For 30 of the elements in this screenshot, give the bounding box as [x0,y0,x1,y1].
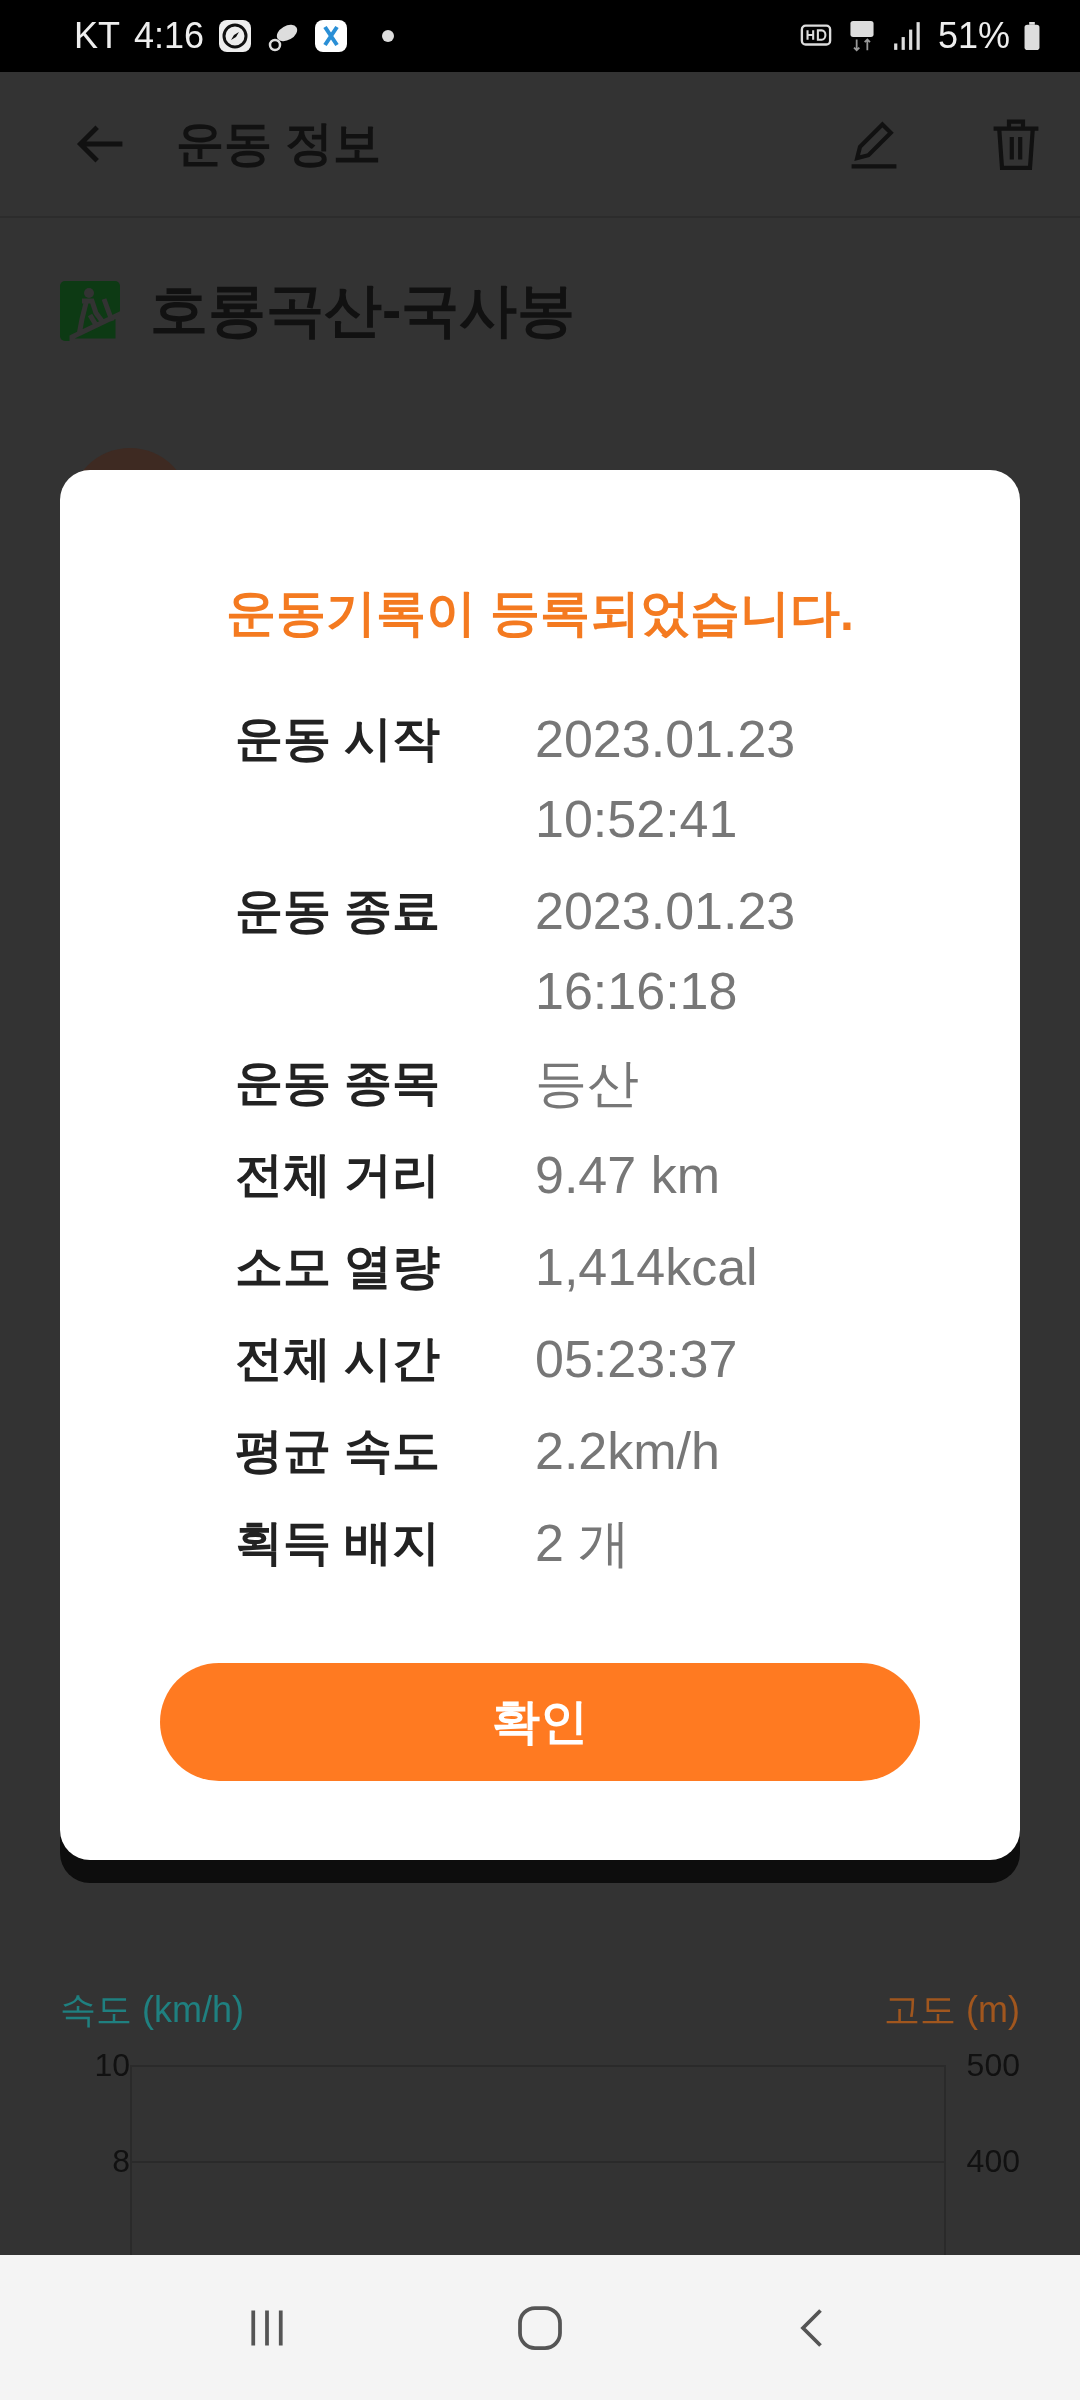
info-label: 운동 종목 [235,1055,442,1111]
battery-percentage: 51% [937,15,1010,57]
info-label: 전체 시간 [235,1331,442,1387]
x-app-icon [314,19,349,53]
carrier-label: KT [74,15,120,57]
info-value: 1,414kcal [535,1237,759,1298]
notification-dot-icon [382,30,395,42]
info-label: 전체 거리 [235,1147,442,1203]
info-label: 운동 종료 [235,883,442,939]
info-value: 05:23:37 [535,1329,739,1390]
info-value: 9.47 km [535,1145,721,1206]
info-value: 등산 [535,1053,640,1114]
clock: 4:16 [134,15,205,57]
info-value: 10:52:41 [535,789,739,850]
info-value: 16:16:18 [535,961,739,1022]
info-value: 2 개 [535,1513,632,1574]
info-label: 소모 열량 [235,1239,442,1295]
info-value: 2023.01.23 [535,881,797,942]
info-value: 2023.01.23 [535,709,797,770]
info-label: 획득 배지 [235,1515,442,1571]
info-value: 2.2km/h [535,1421,721,1482]
altitude-axis-label: 고도 (m) [884,1988,1020,2032]
confirm-button[interactable]: 확인 [160,1663,920,1781]
info-label: 평균 속도 [235,1423,442,1479]
battery-icon [1024,22,1040,50]
speed-axis-label: 속도 (km/h) [60,1988,244,2032]
dialog-message: 운동기록이 등록되었습니다. [226,584,854,643]
compass-icon [218,19,253,53]
info-label: 운동 시작 [235,711,442,767]
hiking-icon [60,281,120,341]
